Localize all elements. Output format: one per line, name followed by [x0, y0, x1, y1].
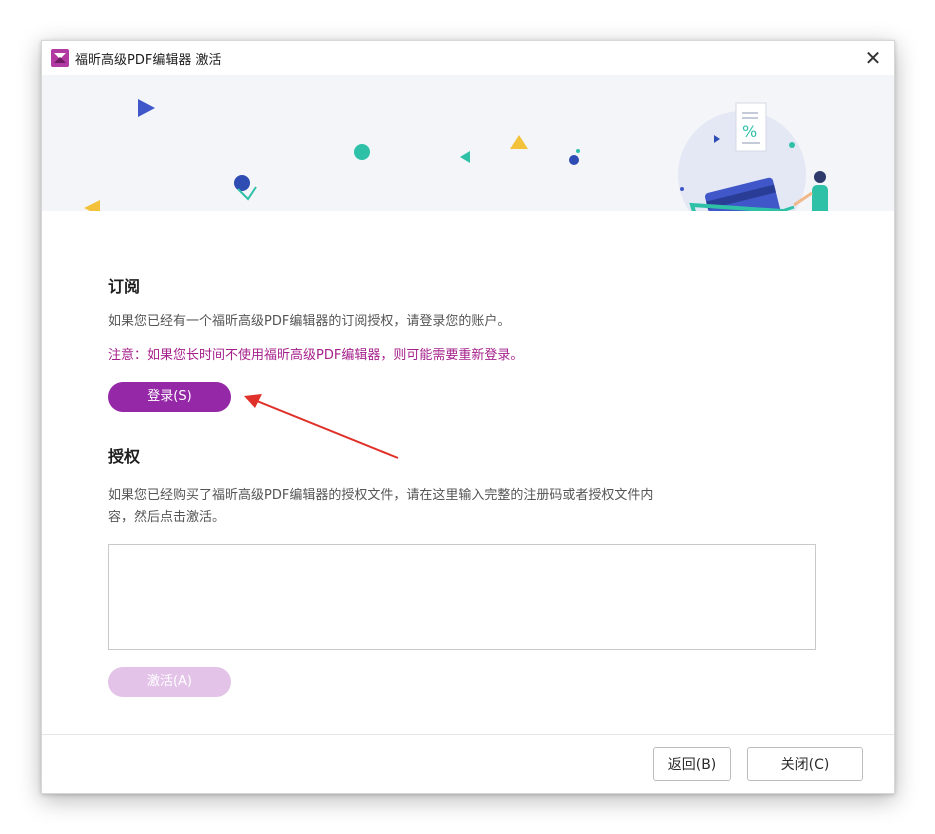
window-title: 福昕高级PDF编辑器 激活	[75, 53, 222, 68]
circle-shape	[576, 149, 580, 153]
triangle-shape	[84, 200, 100, 211]
subscription-note: 注意：如果您长时间不使用福昕高级PDF编辑器，则可能需要重新登录。	[108, 348, 524, 363]
activate-button[interactable]: 激活(A)	[108, 667, 231, 697]
back-button[interactable]: 返回(B)	[653, 747, 731, 781]
license-heading: 授权	[108, 447, 141, 466]
triangle-shape	[510, 135, 528, 149]
person-body	[812, 185, 828, 211]
banner-illustration: %	[84, 99, 828, 211]
license-description-line2: 容，然后点击激活。	[108, 510, 226, 525]
circle-shape	[354, 144, 370, 160]
title-bar: 福昕高级PDF编辑器 激活 ✕	[42, 41, 894, 75]
circle-shape	[234, 175, 250, 191]
close-icon[interactable]: ✕	[860, 45, 886, 71]
subscription-heading: 订阅	[108, 277, 141, 296]
activation-dialog: 福昕高级PDF编辑器 激活 ✕ % 订阅 如果您已经有一个福昕高级PDF编辑器的…	[41, 40, 895, 794]
subscription-description: 如果您已经有一个福昕高级PDF编辑器的订阅授权，请登录您的账户。	[108, 314, 511, 329]
footer-divider	[42, 734, 894, 735]
close-button[interactable]: 关闭(C)	[747, 747, 863, 781]
triangle-shape	[138, 99, 155, 117]
app-logo-icon	[51, 49, 69, 67]
person-head	[814, 171, 826, 183]
login-button[interactable]: 登录(S)	[108, 382, 231, 412]
license-description-line1: 如果您已经购买了福昕高级PDF编辑器的授权文件，请在这里输入完整的注册码或者授权…	[108, 488, 654, 503]
header-banner: %	[42, 75, 894, 211]
circle-shape	[569, 155, 579, 165]
triangle-shape	[460, 151, 470, 163]
license-input[interactable]	[108, 544, 816, 650]
svg-text:%: %	[742, 122, 757, 141]
